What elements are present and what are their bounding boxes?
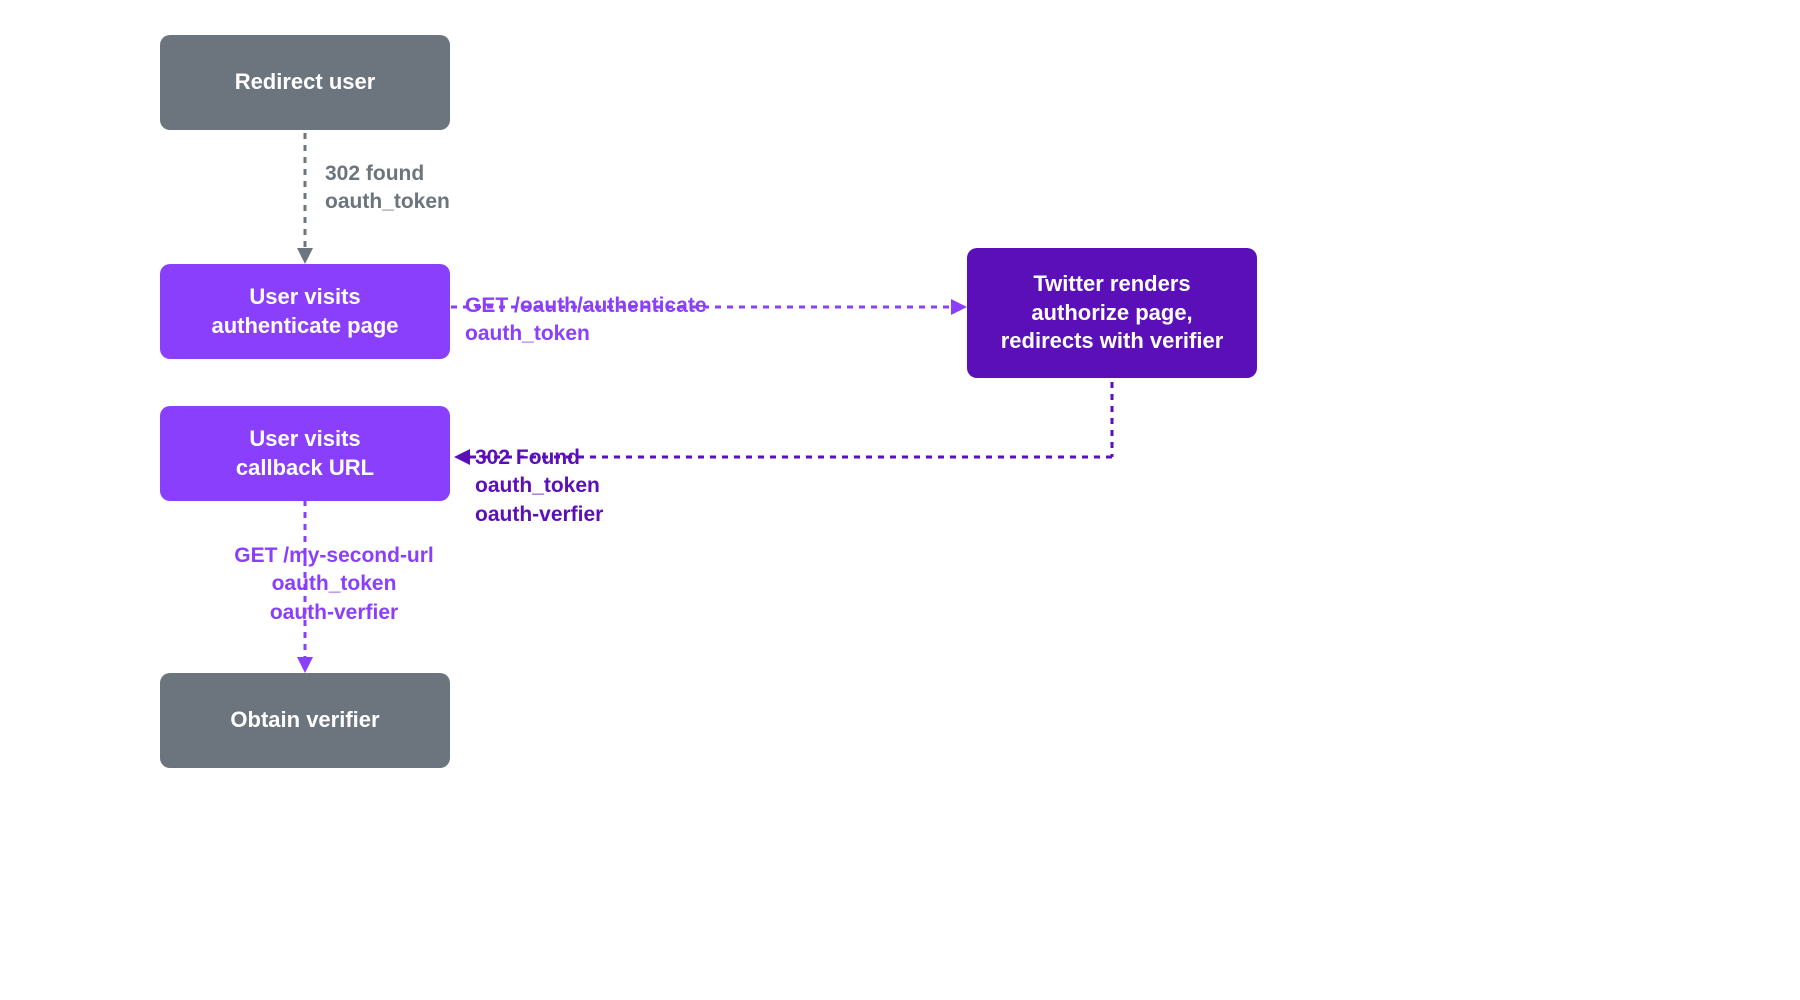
edge-label-2-line1: GET /oauth/authenticate (465, 292, 707, 320)
box-twitter-renders-line3: redirects with verifier (1001, 327, 1224, 356)
edge-label-302-found-verifier: 302 Found oauth_token oauth-verfier (475, 444, 603, 529)
box-redirect-user-text: Redirect user (235, 68, 376, 97)
box-user-visits-auth-line2: authenticate page (211, 312, 398, 341)
edge-label-3-line2: oauth_token (475, 472, 603, 500)
edge-label-get-second-url: GET /my-second-url oauth_token oauth-ver… (219, 542, 449, 627)
edge-label-1-line1: 302 found (325, 160, 450, 188)
box-redirect-user: Redirect user (160, 35, 450, 130)
edge-label-get-authenticate: GET /oauth/authenticate oauth_token (465, 292, 707, 349)
box-user-visits-auth: User visits authenticate page (160, 264, 450, 359)
box-obtain-verifier: Obtain verifier (160, 673, 450, 768)
box-twitter-renders-line2: authorize page, (1001, 299, 1224, 328)
edge-label-3-line3: oauth-verfier (475, 501, 603, 529)
box-user-visits-callback-line1: User visits (236, 425, 374, 454)
box-user-visits-callback: User visits callback URL (160, 406, 450, 501)
box-twitter-renders: Twitter renders authorize page, redirect… (967, 248, 1257, 378)
edge-label-3-line1: 302 Found (475, 444, 603, 472)
oauth-flow-diagram: Redirect user 302 found oauth_token User… (160, 20, 1560, 920)
box-obtain-verifier-text: Obtain verifier (230, 706, 379, 735)
edge-label-2-line2: oauth_token (465, 320, 707, 348)
edge-label-302-found-token: 302 found oauth_token (325, 160, 450, 217)
box-user-visits-auth-line1: User visits (211, 283, 398, 312)
edge-label-4-line2: oauth_token (219, 570, 449, 598)
edge-label-4-line1: GET /my-second-url (219, 542, 449, 570)
edge-label-1-line2: oauth_token (325, 188, 450, 216)
box-twitter-renders-line1: Twitter renders (1001, 270, 1224, 299)
box-user-visits-callback-line2: callback URL (236, 454, 374, 483)
edge-label-4-line3: oauth-verfier (219, 599, 449, 627)
